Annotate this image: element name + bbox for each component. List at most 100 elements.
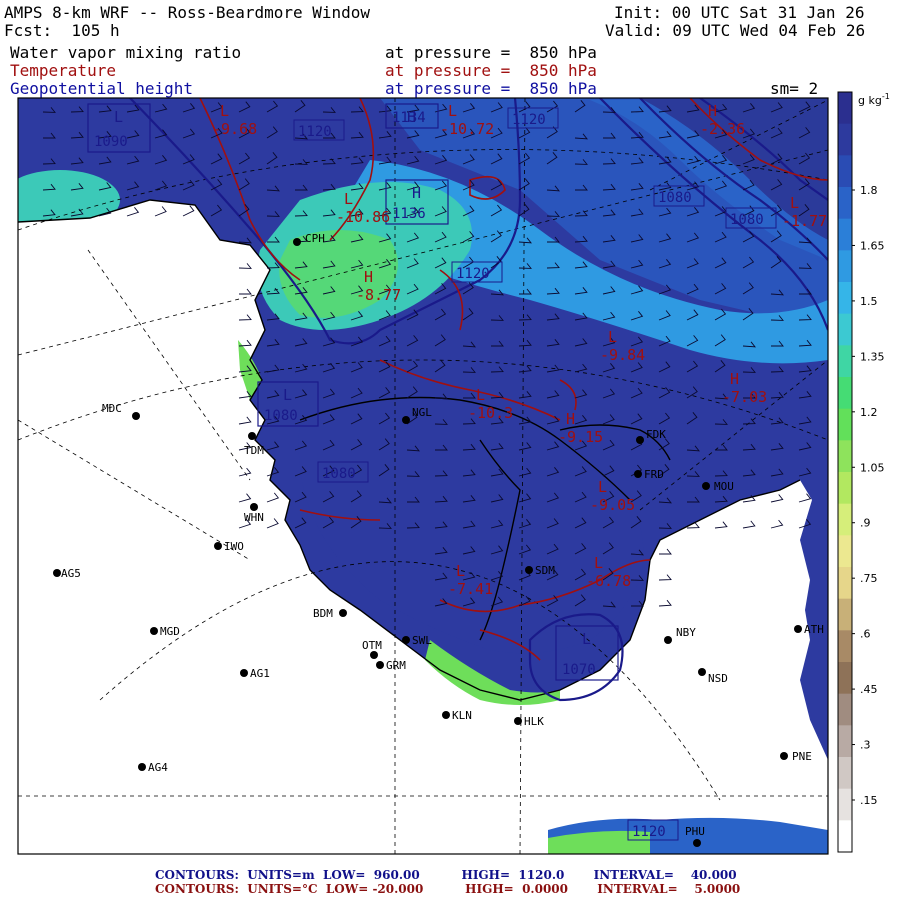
temperature-center-type: H [730,370,739,388]
colorbar-swatch [838,725,852,758]
station-label: ATH [804,623,824,636]
station-label: NGL [412,406,432,419]
field-name-height: Geopotential height [10,79,194,98]
colorbar-tick-label: 1.2 [860,406,878,419]
station-marker [339,609,347,617]
footer-height-contours: CONTOURS: UNITS=m LOW= 960.00 HIGH= 1120… [155,868,737,882]
colorbar-tick-label: 1.65 [860,239,885,252]
temperature-center-value: -6.78 [586,572,631,590]
temperature-center-type: L [790,194,799,212]
height-label: 1080 [730,212,764,228]
temperature-center-type: L [594,554,603,572]
station-marker [240,669,248,677]
height-label: 1080 [322,466,356,482]
temperature-center-value: -9.68 [212,120,257,138]
temperature-center-value: -8.77 [356,286,401,304]
station-label: AG4 [148,761,168,774]
colorbar-swatch [838,535,852,568]
temperature-center-type: L [598,478,607,496]
station-marker [138,763,146,771]
colorbar-swatch [838,377,852,410]
station-label: IWO [224,540,244,553]
pressure-center-value: 1134 [392,110,426,126]
map-canvas: g kg-1 1.8 1.65 1.5 1.35 1.2 1.05 .9 .75 .6 .45 .3.… [17,91,890,855]
pressure-center-value: 1136 [392,206,426,222]
field-level-height: at pressure = 850 hPa [385,79,597,98]
temperature-center-value: -9.05 [590,496,635,514]
colorbar: g kg-1 1.8 1.65 1.5 1.35 1.2 1.05 .9 .75 .6 .45 .3.… [837,91,890,853]
colorbar-unit: g kg-1 [858,92,890,107]
field-name-moisture: Water vapor mixing ratio [10,43,242,62]
forecast-hour: Fcst: 105 h [4,21,120,40]
pressure-center-value: 1070 [562,662,596,678]
colorbar-swatch [838,92,852,125]
station-marker [132,412,140,420]
colorbar-tick-label: .45 [860,683,878,696]
temperature-center-type: H [566,410,575,428]
map-title: AMPS 8-km WRF -- Ross-Beardmore Window [4,3,371,22]
height-label: 1120 [632,824,666,840]
colorbar-swatch [838,693,852,726]
colorbar-swatch [838,630,852,663]
temperature-center-type: H [364,268,373,286]
colorbar-swatch [838,440,852,473]
colorbar-tick-label: .6 [860,628,871,641]
colorbar-swatch [838,503,852,536]
station-label: MGD [160,625,180,638]
station-label: FRD [644,468,664,481]
colorbar-tick-label: .3 [860,739,871,752]
colorbar-tick-label: 1.05 [860,461,885,474]
station-label: SDM [535,564,555,577]
colorbar-swatch [838,282,852,315]
field-level-temperature: at pressure = 850 hPa [385,61,597,80]
colorbar-swatch [838,218,852,251]
colorbar-swatch [838,155,852,188]
station-marker [664,636,672,644]
temperature-center-value: -9.84 [600,346,645,364]
station-label: KLN [452,709,472,722]
colorbar-swatch [838,345,852,378]
station-marker [698,668,706,676]
station-label: TDM [244,444,264,457]
field-level-moisture: at pressure = 850 hPa [385,43,597,62]
station-marker [150,627,158,635]
colorbar-tick-label: .75 [860,572,878,585]
station-label: AG1 [250,667,270,680]
field-name-temperature: Temperature [10,61,116,80]
init-time: Init: 00 UTC Sat 31 Jan 26 [614,3,865,22]
temperature-center-value: -10.3 [468,404,513,422]
station-label: NSD [708,672,728,685]
station-label: BDM [313,607,333,620]
temperature-center-type: H [708,102,717,120]
station-marker [636,436,644,444]
colorbar-tick-label: 1.35 [860,350,885,363]
temperature-center-value: -1.77 [782,212,827,230]
station-marker [525,566,533,574]
station-marker [250,503,258,511]
station-marker [402,636,410,644]
temperature-center-type: L [220,102,229,120]
station-marker [634,470,642,478]
station-marker [214,542,222,550]
temperature-center-value: -10.72 [440,120,494,138]
pressure-center-type: H [412,184,421,202]
height-label: 1120 [298,124,332,140]
station-label: FDK [646,428,666,441]
colorbar-swatch [838,757,852,790]
colorbar-swatch [838,820,852,853]
height-label: 1120 [512,112,546,128]
station-marker [693,839,701,847]
station-label: OTM [362,639,382,652]
colorbar-swatch [838,187,852,220]
temperature-center-type: L [608,328,617,346]
station-marker [402,416,410,424]
station-label: WHN [244,511,264,524]
station-label: CPH [305,232,325,245]
colorbar-tick-label: .15 [860,794,878,807]
temperature-center-value: -9.15 [558,428,603,446]
smoothing-label: sm= 2 [770,79,819,98]
station-marker [794,625,802,633]
temperature-center-type: L [476,386,485,404]
station-label: HLK [524,715,544,728]
temperature-center-value: -2.36 [700,120,745,138]
